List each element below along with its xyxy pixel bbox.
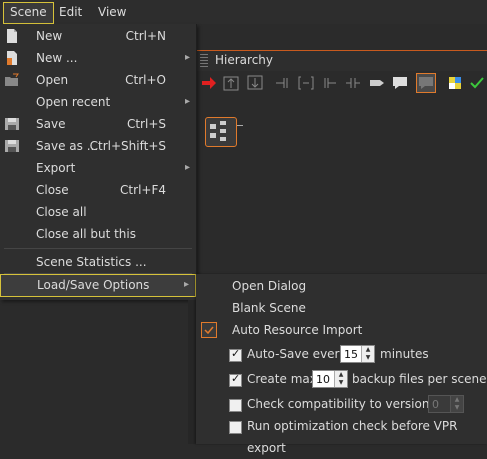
- auto-resource-import-check-icon[interactable]: [201, 322, 217, 338]
- stepper-down-icon[interactable]: ▼: [335, 379, 347, 387]
- menu-item-label: Open: [36, 73, 69, 87]
- run-optimization-label: Run optimization check before VPR export: [247, 419, 458, 455]
- submenu-arrow-icon: ▸: [184, 162, 190, 173]
- hierarchy-toolbar: [196, 71, 487, 95]
- stepper-value: 0: [432, 398, 439, 411]
- menu-item-label: Close all: [36, 205, 87, 219]
- menu-item-export[interactable]: Export ▸: [0, 157, 196, 179]
- shortcut: Ctrl+Shift+S: [89, 139, 166, 153]
- new-from-template-icon: [4, 50, 20, 66]
- color-palette-icon[interactable]: [446, 74, 464, 92]
- autosave-checkbox[interactable]: ✓: [229, 347, 242, 362]
- move-up-icon[interactable]: [222, 74, 240, 92]
- menu-item-close[interactable]: Close Ctrl+F4: [0, 179, 196, 201]
- shortcut: Ctrl+F4: [120, 183, 166, 197]
- menu-view[interactable]: View: [92, 2, 132, 22]
- save-as-icon: [4, 138, 20, 154]
- submenu-arrow-icon: ▸: [183, 279, 189, 290]
- menu-item-close-all-but-this[interactable]: Close all but this: [0, 223, 196, 245]
- menu-item-label: Scene Statistics ...: [36, 255, 147, 269]
- menu-item-new[interactable]: New Ctrl+N: [0, 25, 196, 47]
- autosave-unit-label: minutes: [380, 347, 429, 361]
- link-left-icon[interactable]: [274, 74, 292, 92]
- menu-item-open-recent[interactable]: Open recent ▸: [0, 91, 196, 113]
- menu-item-new-from[interactable]: New ... ▸: [0, 47, 196, 69]
- comment-icon[interactable]: [391, 74, 409, 92]
- menu-item-save-as[interactable]: Save as ... Ctrl+Shift+S: [0, 135, 196, 157]
- open-folder-icon: [4, 72, 20, 88]
- check-compatibility-label: Check compatibility to version 6.: [247, 397, 445, 411]
- shortcut: Ctrl+S: [126, 117, 166, 131]
- tag-icon[interactable]: [368, 74, 386, 92]
- new-file-icon: [4, 28, 20, 44]
- create-max-checkbox[interactable]: ✓: [229, 372, 242, 387]
- create-max-label: Create max: [247, 372, 317, 386]
- menubar: Scene Edit View: [0, 0, 487, 24]
- menu-edit[interactable]: Edit: [53, 2, 88, 22]
- link-right-icon[interactable]: [320, 74, 338, 92]
- menu-item-label: New ...: [36, 51, 78, 65]
- hierarchy-title: Hierarchy: [215, 53, 274, 67]
- group-icon[interactable]: [297, 74, 315, 92]
- hierarchy-node-icon: [210, 121, 226, 141]
- menu-scene[interactable]: Scene: [3, 2, 54, 24]
- checkmark-icon[interactable]: [468, 74, 486, 92]
- menu-item-scene-statistics[interactable]: Scene Statistics ...: [0, 251, 196, 273]
- menu-item-label: Open recent: [36, 95, 111, 109]
- drag-grip-icon[interactable]: [200, 54, 208, 67]
- load-save-submenu: Open Dialog Blank Scene Auto Resource Im…: [196, 274, 487, 455]
- menu-item-label: Close all but this: [36, 227, 136, 241]
- menu-separator: [4, 248, 192, 249]
- hierarchy-connector: [237, 125, 243, 126]
- speech-bubble-icon[interactable]: [416, 73, 436, 93]
- stepper-up-icon[interactable]: ▲: [335, 371, 347, 379]
- submenu-item-blank-scene[interactable]: Blank Scene: [232, 297, 306, 319]
- autosave-label: Auto-Save every: [247, 347, 347, 361]
- menu-item-close-all[interactable]: Close all: [0, 201, 196, 223]
- submenu-item-open-dialog[interactable]: Open Dialog: [232, 275, 306, 297]
- menu-item-label: Save: [36, 117, 66, 131]
- submenu-arrow-icon: ▸: [184, 96, 190, 107]
- run-optimization-checkbox[interactable]: [229, 421, 242, 434]
- stepper-value: 15: [344, 348, 358, 361]
- save-icon: [4, 116, 20, 132]
- compatibility-version-stepper[interactable]: 0 ▲ ▼: [428, 395, 464, 413]
- stepper-buttons[interactable]: ▲ ▼: [334, 371, 347, 387]
- check-compatibility-checkbox[interactable]: [229, 399, 242, 412]
- submenu-item-auto-resource-import[interactable]: Auto Resource Import: [232, 319, 362, 341]
- hierarchy-node[interactable]: [205, 117, 237, 147]
- arrow-right-icon[interactable]: [200, 74, 218, 92]
- stepper-down-icon[interactable]: ▼: [451, 404, 463, 412]
- menu-item-load-save-options[interactable]: Load/Save Options ▸: [0, 274, 196, 297]
- menu-item-label: Load/Save Options: [37, 278, 150, 292]
- submenu-arrow-icon: ▸: [184, 52, 190, 63]
- menu-item-label: Close: [36, 183, 69, 197]
- menu-item-save[interactable]: Save Ctrl+S: [0, 113, 196, 135]
- shortcut: Ctrl+O: [125, 73, 166, 87]
- hierarchy-panel-header: Hierarchy: [196, 50, 487, 71]
- menu-item-label: Export: [36, 161, 76, 175]
- move-down-icon[interactable]: [246, 74, 264, 92]
- create-max-suffix-label: backup files per scene: [352, 372, 487, 386]
- scene-menu: New Ctrl+N New ... ▸ Open Ctrl+O Open re…: [0, 24, 197, 300]
- scrollbar[interactable]: [188, 300, 196, 444]
- shortcut: Ctrl+N: [125, 29, 166, 43]
- backup-count-stepper[interactable]: 10 ▲ ▼: [312, 370, 348, 388]
- stepper-buttons[interactable]: ▲ ▼: [361, 346, 374, 362]
- autosave-minutes-stepper[interactable]: 15 ▲ ▼: [340, 345, 375, 363]
- stepper-value: 10: [316, 373, 330, 386]
- link-both-icon[interactable]: [344, 74, 362, 92]
- stepper-up-icon[interactable]: ▲: [451, 396, 463, 404]
- stepper-down-icon[interactable]: ▼: [362, 354, 374, 362]
- menu-item-label: New: [36, 29, 63, 43]
- menu-item-open[interactable]: Open Ctrl+O: [0, 69, 196, 91]
- stepper-up-icon[interactable]: ▲: [362, 346, 374, 354]
- stepper-buttons[interactable]: ▲ ▼: [450, 396, 463, 412]
